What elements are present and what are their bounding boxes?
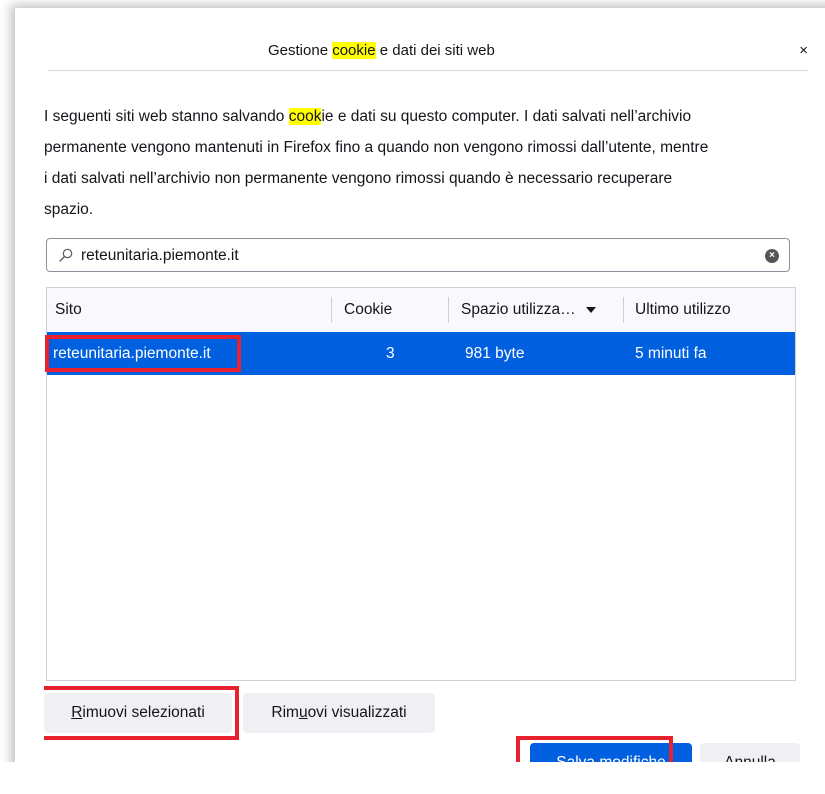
title-highlight: cookie: [332, 42, 376, 59]
remove-visible-button[interactable]: Rimuovi visualizzati: [243, 693, 435, 733]
description-line-4: spazio.: [44, 201, 94, 218]
annotation-highlight-remove-selected: [44, 686, 239, 740]
column-header-cookie[interactable]: Cookie: [344, 288, 392, 332]
screenshot-frame: Gestione cookie e dati dei siti web × I …: [0, 0, 825, 794]
cell-last-used: 5 minuti fa: [635, 345, 707, 362]
description-line-2: permanente vengono mantenuti in Firefox …: [44, 139, 709, 156]
dialog-titlebar: Gestione cookie e dati dei siti web ×: [48, 8, 808, 71]
search-value[interactable]: reteunitaria.piemonte.it: [81, 247, 239, 265]
column-separator[interactable]: [623, 297, 624, 323]
column-header-site[interactable]: Sito: [55, 288, 82, 332]
description-highlight: cook: [288, 108, 322, 125]
search-input[interactable]: reteunitaria.piemonte.it ×: [46, 238, 790, 272]
table-header: Sito Cookie Spazio utilizza… Ultimo util…: [47, 288, 795, 333]
clear-icon[interactable]: ×: [765, 249, 779, 263]
close-icon[interactable]: ×: [799, 42, 808, 59]
description-line-3: i dati salvati nell’archivio non permane…: [44, 170, 673, 187]
dialog-description: I seguenti siti web stanno salvando cook…: [44, 101, 814, 225]
crop-edge: [0, 762, 825, 794]
column-header-last-used[interactable]: Ultimo utilizzo: [635, 288, 731, 332]
cell-cookies: 3: [386, 345, 395, 362]
dialog-title: Gestione cookie e dati dei siti web: [268, 42, 495, 59]
column-separator[interactable]: [331, 297, 332, 323]
search-icon: [59, 248, 73, 262]
sort-descending-icon: [585, 306, 596, 313]
description-line-1: I seguenti siti web stanno salvando cook…: [44, 108, 692, 125]
cell-storage: 981 byte: [465, 345, 525, 362]
annotation-highlight-site: [45, 335, 241, 372]
column-header-storage[interactable]: Spazio utilizza…: [461, 288, 596, 332]
column-separator[interactable]: [448, 297, 449, 323]
